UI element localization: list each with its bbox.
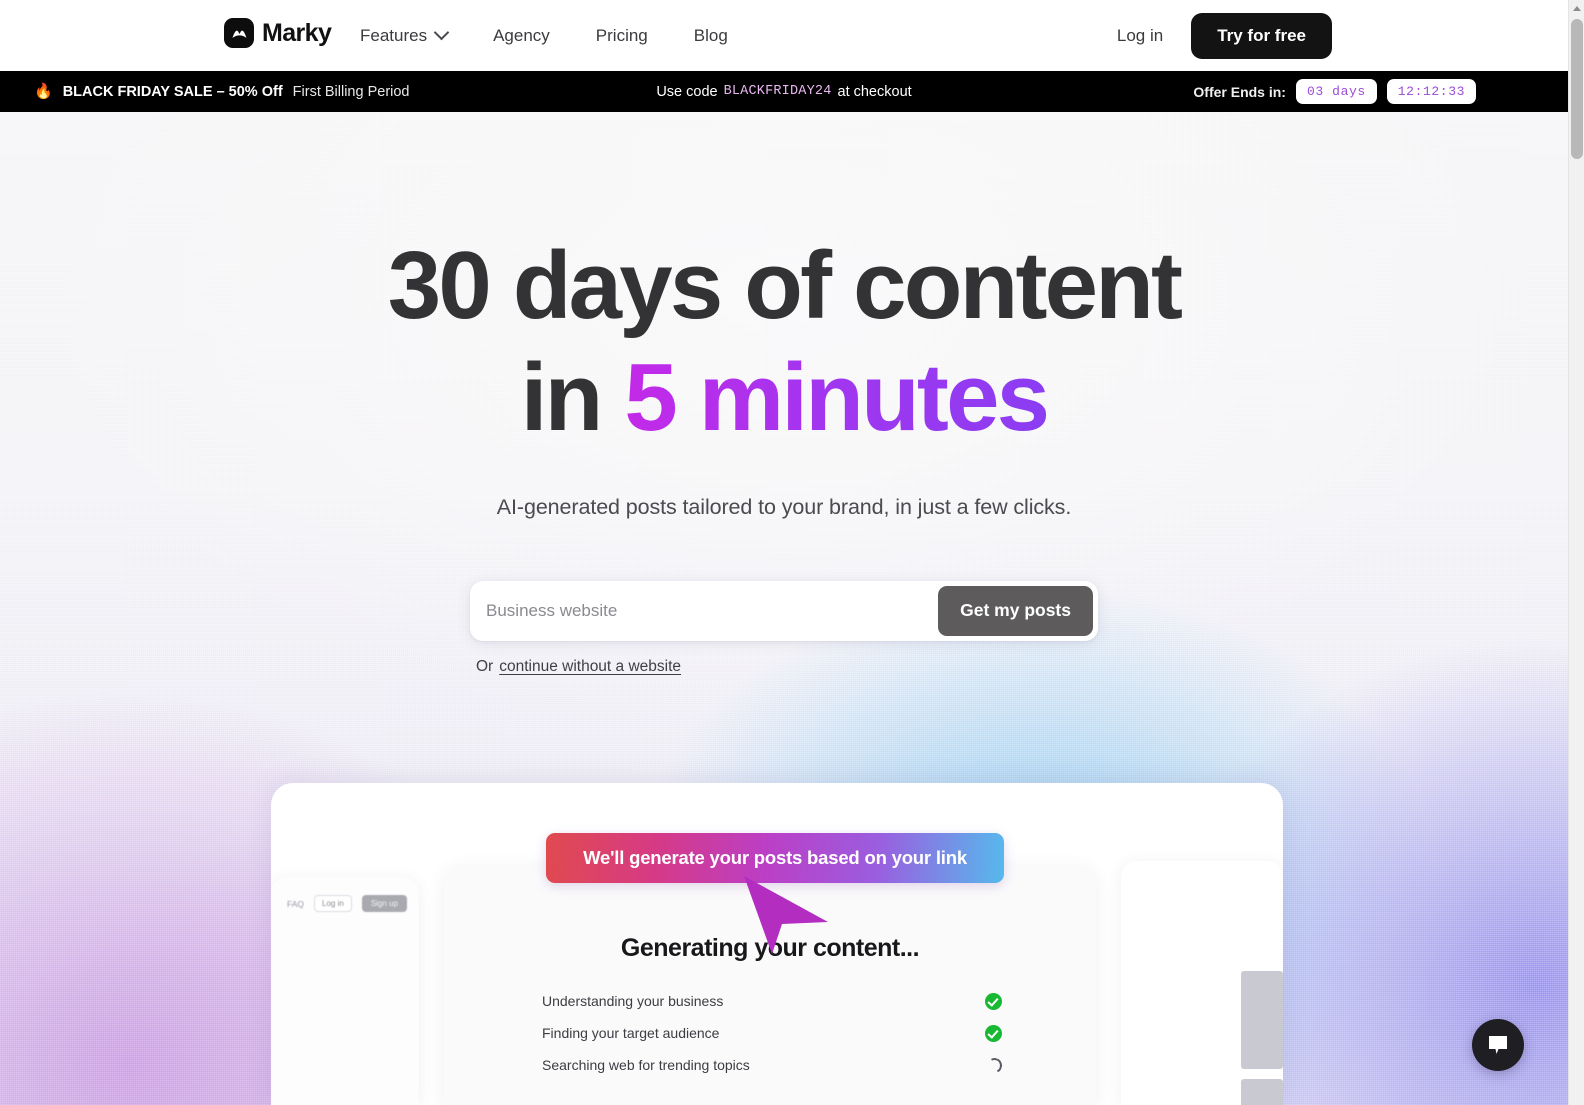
scrollbar-thumb[interactable] [1571,19,1583,159]
demo-mini-login-button: Log in [314,895,352,912]
demo-right-preview-panel [1121,861,1283,1105]
countdown-label: Offer Ends in: [1193,83,1286,100]
demo-step-item: Searching web for trending topics [542,1049,1004,1081]
main-navigation: Features Agency Pricing Blog [360,0,751,71]
nav-item-blog-label: Blog [693,26,728,45]
fire-emoji-icon: 🔥 [34,83,53,100]
get-my-posts-button[interactable]: Get my posts [938,585,1093,636]
headline-line-2-plain: in [520,344,625,452]
headline-line-1: 30 days of content [387,232,1183,339]
brand-logo[interactable]: Marky [224,18,332,48]
demo-step-label: Finding your target audience [542,1025,720,1041]
alternate-action-row: Or continue without a website [0,658,1568,676]
marky-logo-icon [224,18,254,48]
promo-sale-text: 🔥 BLACK FRIDAY SALE – 50% Off First Bill… [34,71,410,112]
chat-bubble-icon [1489,1036,1507,1054]
nav-item-pricing-label: Pricing [595,26,648,45]
login-link[interactable]: Log in [1117,26,1163,46]
headline-line-2-accent: 5 minutes [624,344,1050,452]
hero-subheading: AI-generated posts tailored to your bran… [496,494,1072,519]
countdown-days: 03 days [1295,79,1377,104]
nav-item-blog[interactable]: Blog [671,0,751,71]
promo-sale-subtext: First Billing Period [292,83,410,100]
or-prefix-label: Or [476,657,494,675]
check-circle-icon [985,1024,1002,1042]
promo-sale-headline: BLACK FRIDAY SALE – 50% Off [62,83,283,100]
chevron-down-icon [433,24,450,41]
chat-widget-button[interactable] [1472,1019,1524,1071]
signup-form: Get my posts [0,580,1568,641]
promo-announcement-bar: 🔥 BLACK FRIDAY SALE – 50% Off First Bill… [0,71,1568,112]
demo-steps-list: Understanding your business Finding your… [542,985,1004,1081]
demo-step-item: Finding your target audience [542,1017,1002,1049]
nav-item-features-label: Features [360,26,428,45]
nav-item-agency[interactable]: Agency [470,0,573,71]
cursor-pointer-icon [744,876,828,954]
promo-code-suffix: at checkout [837,83,912,100]
try-for-free-button[interactable]: Try for free [1191,12,1332,59]
demo-placeholder-block [1241,1079,1283,1105]
countdown-timer: Offer Ends in: 03 days 12:12:33 [1193,71,1476,112]
demo-placeholder-block [1241,971,1283,1069]
promo-code-value: BLACKFRIDAY24 [723,84,832,99]
nav-item-pricing[interactable]: Pricing [573,0,671,71]
page-title: 30 days of content in 5 minutes [0,230,1568,455]
loading-spinner-icon [985,1055,1004,1075]
triangle-up-icon [1573,6,1581,11]
check-circle-icon [985,992,1002,1010]
scrollbar-up-arrow[interactable] [1569,0,1584,17]
hero-section: 30 days of content in 5 minutes AI-gener… [0,112,1568,676]
nav-item-features[interactable]: Features [360,0,470,71]
demo-step-label: Searching web for trending topics [542,1057,750,1073]
nav-item-agency-label: Agency [493,26,550,45]
demo-mini-faq-label: FAQ [287,898,305,909]
page-viewport: Marky Features Agency Pricing Blog Log i… [0,0,1568,1105]
demo-mini-signup-button: Sign up [361,895,407,912]
brand-name: Marky [262,18,332,47]
promo-code-prefix: Use code [656,83,718,100]
countdown-time: 12:12:33 [1386,79,1476,104]
demo-step-label: Understanding your business [542,993,724,1009]
continue-without-website-link[interactable]: continue without a website [499,658,681,675]
signup-form-box: Get my posts [470,580,1098,641]
demo-step-item: Understanding your business [542,985,1002,1017]
vertical-scrollbar[interactable] [1568,0,1584,1105]
demo-mini-browser-preview: FAQ Log in Sign up [271,877,419,1105]
header-actions: Log in Try for free [1117,0,1332,71]
site-header: Marky Features Agency Pricing Blog Log i… [0,0,1568,71]
